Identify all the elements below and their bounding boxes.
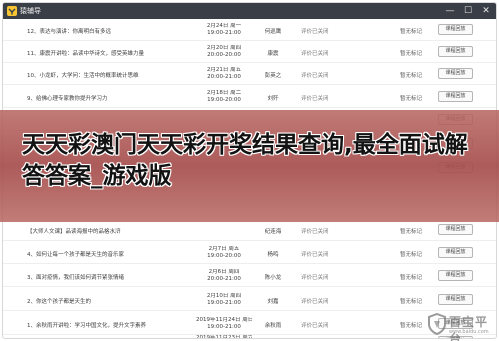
lesson-teacher: 纪连海 (264, 229, 282, 235)
lesson-title[interactable]: 11、康震开讲啦：品读中华诗文，感受英雄力量 (27, 49, 187, 57)
review-mark: 暂无标记 (399, 252, 422, 258)
lesson-row: 11、康震开讲啦：品读中华诗文，感受英雄力量 2月20日 周四 20:00-20:0… (3, 41, 496, 63)
lesson-teacher: 杨鸣 (267, 252, 279, 258)
lesson-datetime: 2月20日 周四 20:00-20:00 (196, 45, 252, 59)
shield-logo-icon (428, 313, 446, 335)
lesson-teacher: 何巡鹰 (264, 29, 282, 35)
lesson-date: 2月18日 周二 (206, 90, 242, 96)
lesson-date: 2月7日 周五 (208, 246, 240, 252)
evaluation-status: 评价已关闭 (301, 73, 329, 79)
evaluation-status: 评价已关闭 (301, 275, 329, 281)
lesson-datetime: 2月7日 周五 19:00-20:00 (196, 246, 252, 260)
lesson-row: 2019年11月23日 周六纪连海评价已关闭暂无标记课程回放 (3, 331, 496, 339)
lesson-row: 2、你这个孩子都是天生的 2月10日 周四 19:00-21:00 刘嘉 评价已关闭 暂无… (3, 289, 496, 311)
replay-button[interactable]: 课程回放 (438, 294, 473, 305)
maximize-button[interactable]: ☐ (460, 3, 476, 19)
lesson-row: 12、表达与演讲：你离明白有多远 2月24日 周一 19:00-21:00 何巡鹰 评价… (3, 19, 496, 41)
watermark-name: 百宝平台 (449, 315, 489, 341)
lesson-title[interactable]: 1、余秋雨开讲啦：学习中国文化，提升文字素养 (27, 321, 187, 329)
review-mark: 暂无标记 (399, 29, 422, 35)
lesson-date: 2月6日 周四 (208, 269, 240, 275)
lesson-title[interactable]: 4、如何让每一个孩子都是天生的音乐家 (27, 250, 187, 258)
lesson-datetime: 2月21日 周五 20:00-21:00 (196, 67, 252, 81)
lesson-title[interactable]: 【大师人文课】品读海报中的品格水浒 (27, 227, 187, 235)
lesson-row: 10、小龙虾，大学问：生活中的概率统计思维 2月21日 周五 20:00-21:00… (3, 63, 496, 85)
app-logo-icon (7, 6, 17, 16)
lesson-date: 2月21日 周五 (206, 67, 242, 73)
lesson-time: 20:00-21:00 (207, 74, 241, 80)
evaluation-status: 评价已关闭 (301, 323, 329, 329)
minimize-button[interactable]: — (442, 3, 458, 19)
lesson-row: 4、如何让每一个孩子都是天生的音乐家 2月7日 周五 19:00-20:00 杨鸣 评价… (3, 242, 496, 264)
evaluation-status: 评价已关闭 (301, 96, 329, 102)
lesson-title[interactable]: 10、小龙虾，大学问：生活中的概率统计思维 (27, 71, 187, 79)
review-mark: 暂无标记 (399, 229, 422, 235)
evaluation-status: 评价已关闭 (301, 252, 329, 258)
lesson-row: 【大师人文课】品读海报中的品格水浒 纪连海 评价已关闭 暂无标记 课程回放 (3, 219, 496, 241)
promo-banner-text: 天天彩澳门天天彩开奖结果查询,最全面试解答答案_游戏版 (22, 132, 468, 189)
replay-button[interactable]: 课程回放 (438, 68, 473, 79)
replay-button[interactable]: 课程回放 (438, 247, 473, 258)
lesson-time: 19:00-20:00 (207, 97, 241, 103)
lesson-time: 19:00-20:00 (207, 253, 241, 259)
lesson-title[interactable]: 12、表达与演讲：你离明白有多远 (27, 27, 187, 35)
lesson-teacher: 余秋雨 (264, 323, 282, 329)
replay-button[interactable]: 课程回放 (438, 91, 473, 102)
lesson-time: 20:00-21:00 (207, 276, 241, 282)
replay-button[interactable]: 课程回放 (438, 24, 473, 35)
lesson-datetime: 2月6日 周四 20:00-21:00 (196, 269, 252, 283)
review-mark: 暂无标记 (399, 275, 422, 281)
app-title: 猿辅导 (20, 7, 41, 15)
lesson-datetime: 2019年11月24日 周日 19:00-21:00 (196, 317, 252, 331)
watermark: 百宝平台 www.baidu.com (427, 309, 495, 341)
lesson-time: 19:00-21:00 (207, 30, 241, 36)
lesson-title[interactable]: 2、你这个孩子都是天生的 (27, 297, 187, 305)
review-mark: 暂无标记 (399, 51, 422, 57)
lesson-title[interactable]: 9、给佛心理专家教你提升学习力 (27, 94, 187, 102)
lesson-date: 2月24日 周一 (206, 23, 242, 29)
lesson-datetime: 2月18日 周二 19:00-20:00 (196, 90, 252, 104)
lesson-teacher: 刘歼 (267, 96, 279, 102)
replay-button[interactable]: 课程回放 (438, 46, 473, 57)
lesson-teacher: 彭英之 (264, 73, 282, 79)
replay-button[interactable]: 课程回放 (438, 270, 473, 281)
lesson-date: 2月10日 周四 (206, 293, 242, 299)
lesson-date: 2019年11月24日 周日 (196, 317, 252, 323)
replay-button[interactable]: 课程回放 (438, 224, 473, 235)
review-mark: 暂无标记 (399, 73, 422, 79)
watermark-url: www.baidu.com (449, 329, 489, 335)
review-mark: 暂无标记 (399, 96, 422, 102)
evaluation-status: 评价已关闭 (301, 299, 329, 305)
lesson-time: 19:00-21:00 (207, 300, 241, 306)
lesson-date: 2019年11月23日 周六 (196, 335, 252, 339)
lesson-datetime: 2月10日 周四 19:00-21:00 (196, 293, 252, 307)
lesson-date: 2月20日 周四 (206, 45, 242, 51)
lesson-row: 3、面对疫情，我们该如何调节紧张情绪 2月6日 周四 20:00-21:00 陈小龙 评… (3, 265, 496, 287)
lesson-datetime: 2019年11月23日 周六 (196, 335, 252, 339)
title-bar: 猿辅导 — ☐ ✕ (3, 3, 496, 19)
evaluation-status: 评价已关闭 (301, 29, 329, 35)
lesson-teacher: 陈小龙 (264, 275, 282, 281)
close-button[interactable]: ✕ (478, 3, 494, 19)
lesson-row: 9、给佛心理专家教你提升学习力 2月18日 周二 19:00-20:00 刘歼 评价已关… (3, 86, 496, 108)
lesson-time: 19:00-21:00 (207, 324, 241, 330)
lesson-teacher: 刘嘉 (267, 299, 279, 305)
evaluation-status: 评价已关闭 (301, 51, 329, 57)
lesson-teacher: 康震 (267, 51, 279, 57)
lesson-title[interactable]: 3、面对疫情，我们该如何调节紧张情绪 (27, 273, 187, 281)
evaluation-status: 评价已关闭 (301, 229, 329, 235)
review-mark: 暂无标记 (399, 299, 422, 305)
lesson-time: 20:00-20:00 (207, 52, 241, 58)
lesson-datetime: 2月24日 周一 19:00-21:00 (196, 23, 252, 37)
